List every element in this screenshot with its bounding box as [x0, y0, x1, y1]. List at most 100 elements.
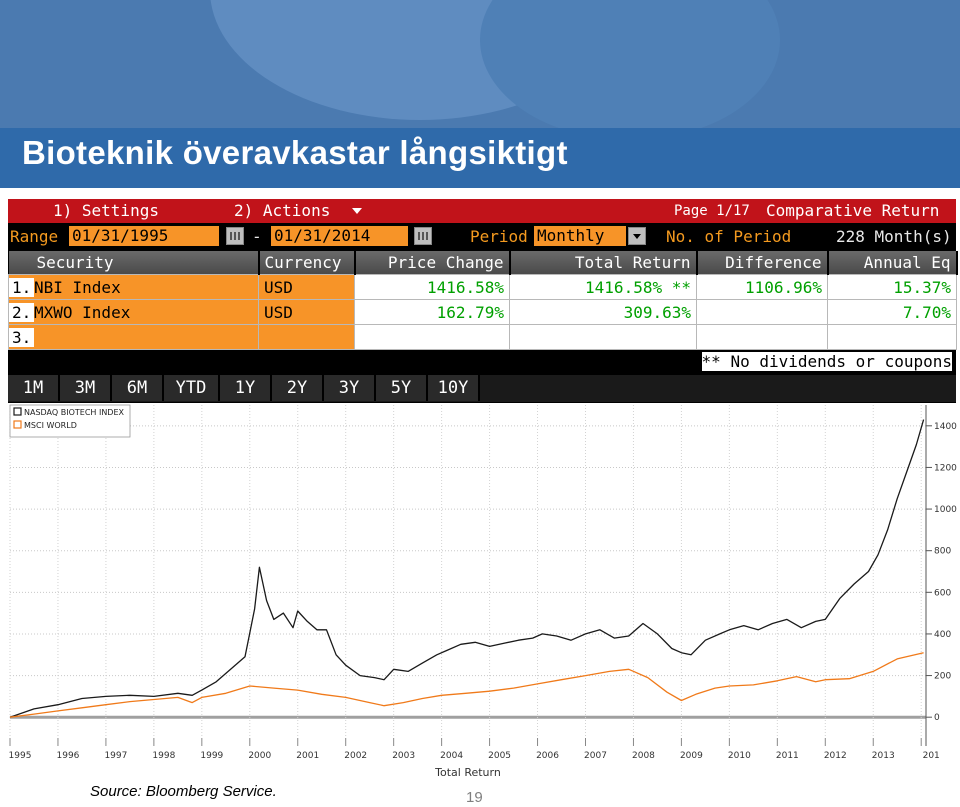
settings-menu[interactable]: 1) Settings	[53, 201, 159, 220]
table-row[interactable]: 3.	[8, 324, 957, 350]
difference-cell	[696, 299, 828, 325]
legend-label: NASDAQ BIOTECH INDEX	[24, 408, 125, 417]
security-cell[interactable]: 3.	[8, 324, 259, 350]
title-bar: Bioteknik överavkastar långsiktigt	[0, 128, 960, 188]
range-dash: -	[252, 227, 262, 246]
x-tick-label: 2003	[392, 751, 415, 761]
security-table: Security Currency Price Change Total Ret…	[8, 251, 958, 350]
period-button-6m[interactable]: 6M	[112, 375, 164, 401]
column-header[interactable]: Currency	[258, 251, 356, 275]
x-tick-label: 2000	[248, 751, 271, 761]
y-tick-label: 200	[934, 672, 951, 682]
x-tick-label: 1995	[9, 751, 32, 761]
legend-label: MSCI WORLD	[24, 421, 77, 430]
row-index: 3.	[9, 327, 34, 347]
x-axis-title: Total Return	[434, 766, 501, 779]
period-button-ytd[interactable]: YTD	[164, 375, 220, 401]
calendar-icon[interactable]	[414, 227, 432, 245]
column-header[interactable]: Difference	[696, 251, 829, 275]
period-label: Period	[470, 227, 528, 246]
banner-decoration	[480, 0, 780, 128]
period-button-3y[interactable]: 3Y	[324, 375, 376, 401]
difference-cell: 1106.96%	[696, 274, 828, 300]
period-button-5y[interactable]: 5Y	[376, 375, 428, 401]
difference-cell	[696, 324, 828, 350]
num-periods-label: No. of Period	[666, 227, 792, 246]
security-cell[interactable]: 1. NBI Index	[8, 274, 259, 300]
x-tick-label: 2008	[632, 751, 655, 761]
y-tick-label: 1400	[934, 422, 957, 432]
y-tick-label: 400	[934, 630, 951, 640]
x-tick-label: 201	[923, 751, 940, 761]
calendar-icon[interactable]	[226, 227, 244, 245]
source-note: Source: Bloomberg Service.	[90, 783, 277, 800]
x-tick-label: 2005	[488, 751, 511, 761]
actions-menu[interactable]: 2) Actions	[234, 201, 330, 220]
period-button-1y[interactable]: 1Y	[220, 375, 272, 401]
x-tick-label: 1997	[104, 751, 127, 761]
table-row[interactable]: 2. MXWO Index USD 162.79% 309.63% 7.70%	[8, 299, 957, 325]
x-tick-label: 2009	[680, 751, 703, 761]
price-change-cell: 1416.58%	[354, 274, 510, 300]
x-tick-label: 1999	[200, 751, 223, 761]
annual-eq-cell: 15.37%	[827, 274, 957, 300]
security-name: MXWO Index	[34, 302, 131, 322]
chart-svg: 14001200100080060040020001995 1996 1997 199…	[8, 403, 958, 779]
period-button-1m[interactable]: 1M	[8, 375, 60, 401]
x-tick-label: 2011	[776, 751, 799, 761]
range-label: Range	[10, 227, 59, 246]
period-buttons-bar: 1M 3M 6M YTD 1Y 2Y 3Y 5Y 10Y	[8, 375, 956, 402]
page-indicator: Page 1/17	[674, 203, 750, 219]
row-index: 2.	[9, 302, 34, 322]
x-tick-label: 2007	[584, 751, 607, 761]
x-tick-label: 2012	[824, 751, 847, 761]
num-periods-value: 228 Month(s)	[836, 227, 952, 246]
column-header[interactable]: Annual Eq	[827, 251, 958, 275]
terminal-menu-bar: 1) Settings 2) Actions Page 1/17 Compara…	[8, 199, 956, 223]
currency-cell[interactable]	[258, 324, 355, 350]
y-tick-label: 600	[934, 588, 951, 598]
currency-cell[interactable]: USD	[258, 274, 355, 300]
price-change-cell: 162.79%	[354, 299, 510, 325]
annual-eq-cell: 7.70%	[827, 299, 957, 325]
range-start-field[interactable]: 01/31/1995	[69, 226, 219, 246]
x-tick-label: 2001	[296, 751, 319, 761]
y-tick-label: 1200	[934, 463, 957, 473]
period-button-2y[interactable]: 2Y	[272, 375, 324, 401]
y-tick-label: 0	[934, 713, 940, 723]
period-button-10y[interactable]: 10Y	[428, 375, 480, 401]
period-select[interactable]: Monthly	[534, 226, 626, 246]
column-header[interactable]: Price Change	[354, 251, 511, 275]
plot-background	[8, 403, 958, 779]
range-bar: Range 01/31/1995 - 01/31/2014 Period Mon…	[8, 223, 956, 249]
x-tick-label: 1998	[152, 751, 175, 761]
slide-title: Bioteknik överavkastar långsiktigt	[22, 134, 568, 171]
comparative-return-chart: 1400 1200 1000 800 600 400 200 0 1995 1996 1997 199…	[8, 403, 958, 779]
column-header[interactable]: Total Return	[509, 251, 698, 275]
x-tick-label: 1996	[57, 751, 80, 761]
total-return-cell: 1416.58% **	[509, 274, 697, 300]
table-header-row: Security Currency Price Change Total Ret…	[8, 251, 958, 275]
x-tick-label: 2013	[872, 751, 895, 761]
column-header[interactable]: Security	[8, 251, 260, 275]
row-index: 1.	[9, 277, 34, 297]
range-end-field[interactable]: 01/31/2014	[271, 226, 408, 246]
total-return-cell: 309.63%	[509, 299, 697, 325]
page-number: 19	[466, 789, 483, 806]
security-cell[interactable]: 2. MXWO Index	[8, 299, 259, 325]
annual-eq-cell	[827, 324, 957, 350]
bloomberg-terminal-panel: 1) Settings 2) Actions Page 1/17 Compara…	[8, 199, 958, 405]
total-return-cell	[509, 324, 697, 350]
period-button-3m[interactable]: 3M	[60, 375, 112, 401]
period-dropdown-icon[interactable]	[628, 227, 646, 245]
function-title: Comparative Return	[766, 201, 940, 220]
header-banner	[0, 0, 960, 128]
x-tick-label: 2006	[536, 751, 559, 761]
table-row[interactable]: 1. NBI Index USD 1416.58% 1416.58% ** 110…	[8, 274, 957, 300]
security-name: NBI Index	[34, 277, 121, 297]
actions-dropdown-icon[interactable]	[352, 208, 362, 214]
y-tick-label: 1000	[934, 505, 957, 515]
currency-cell[interactable]: USD	[258, 299, 355, 325]
dividends-note: ** No dividends or coupons	[701, 352, 952, 371]
x-tick-label: 2010	[728, 751, 751, 761]
